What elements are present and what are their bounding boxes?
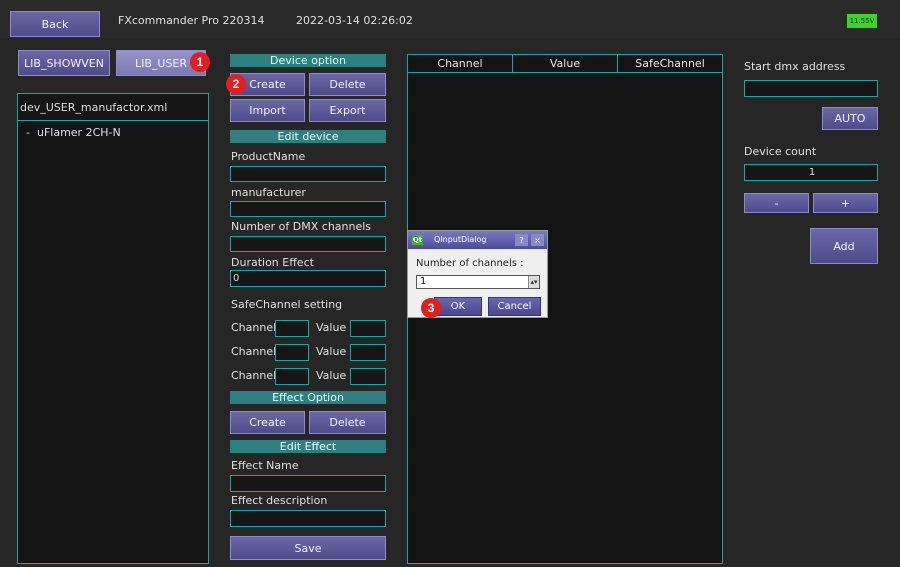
effect-option-header: Effect Option bbox=[230, 391, 386, 404]
step-badge-1: 1 bbox=[190, 52, 210, 72]
save-button[interactable]: Save bbox=[230, 536, 386, 560]
col-channel[interactable]: Channel bbox=[408, 55, 513, 73]
close-icon[interactable]: × bbox=[531, 234, 544, 246]
dialog-prompt: Number of channels : bbox=[416, 258, 524, 269]
safe-value-3-label: Value bbox=[316, 369, 347, 382]
effect-delete-button[interactable]: Delete bbox=[309, 411, 386, 434]
dialog-titlebar[interactable]: Qt QInputDialog ? × bbox=[408, 231, 547, 249]
datetime: 2022-03-14 02:26:02 bbox=[296, 14, 413, 27]
device-option-header: Device option bbox=[230, 54, 386, 67]
channels-spinbox[interactable]: 1 ▴▾ bbox=[416, 275, 540, 289]
device-count-label: Device count bbox=[744, 145, 817, 158]
safe-channel-label: SafeChannel setting bbox=[231, 298, 343, 311]
qt-logo-icon: Qt bbox=[412, 235, 423, 245]
dialog-cancel-button[interactable]: Cancel bbox=[488, 297, 541, 316]
auto-button[interactable]: AUTO bbox=[822, 107, 878, 130]
duration-input[interactable]: 0 bbox=[230, 270, 386, 287]
device-delete-button[interactable]: Delete bbox=[309, 73, 386, 96]
effect-name-input[interactable] bbox=[230, 475, 386, 492]
increment-button[interactable]: + bbox=[813, 193, 878, 213]
safe-value-2-label: Value bbox=[316, 345, 347, 358]
back-button[interactable]: Back bbox=[10, 11, 100, 37]
add-button[interactable]: Add bbox=[810, 228, 878, 264]
edit-device-header: Edit device bbox=[230, 130, 386, 143]
device-export-button[interactable]: Export bbox=[309, 99, 386, 122]
safe-value-1-label: Value bbox=[316, 321, 347, 334]
effect-create-button[interactable]: Create bbox=[230, 411, 305, 434]
start-address-input[interactable] bbox=[744, 80, 878, 97]
effect-name-label: Effect Name bbox=[231, 459, 299, 472]
duration-label: Duration Effect bbox=[231, 256, 314, 269]
dialog-title: QInputDialog bbox=[434, 235, 487, 244]
manufacturer-input[interactable] bbox=[230, 201, 386, 217]
step-badge-2: 2 bbox=[226, 74, 246, 94]
safe-channel-2-label: Channel bbox=[231, 345, 277, 358]
product-name-label: ProductName bbox=[231, 150, 306, 163]
manufacturer-label: manufacturer bbox=[231, 186, 306, 199]
channels-value: 1 bbox=[420, 276, 427, 287]
spin-arrows-icon[interactable]: ▴▾ bbox=[528, 276, 539, 288]
device-count-input[interactable]: 1 bbox=[744, 164, 878, 181]
device-import-button[interactable]: Import bbox=[230, 99, 305, 122]
col-safechannel[interactable]: SafeChannel bbox=[618, 55, 722, 73]
battery-indicator: 11.55V bbox=[847, 14, 877, 28]
safe-value-2-input[interactable] bbox=[350, 344, 386, 361]
start-address-label: Start dmx address bbox=[744, 60, 846, 73]
dmx-channels-input[interactable] bbox=[230, 236, 386, 252]
effect-desc-input[interactable] bbox=[230, 510, 386, 527]
safe-channel-2-input[interactable] bbox=[275, 344, 309, 361]
step-badge-3: 3 bbox=[421, 298, 441, 318]
safe-value-1-input[interactable] bbox=[350, 320, 386, 337]
dmx-channels-label: Number of DMX channels bbox=[231, 220, 372, 233]
app-title: FXcommander Pro 220314 bbox=[118, 14, 265, 27]
file-tree-panel bbox=[17, 93, 209, 564]
effect-desc-label: Effect description bbox=[231, 494, 328, 507]
tree-expand-icon: - bbox=[26, 126, 37, 139]
file-name-field[interactable]: dev_USER_manufactor.xml bbox=[17, 93, 209, 121]
safe-channel-1-label: Channel bbox=[231, 321, 277, 334]
dialog-ok-button[interactable]: OK bbox=[434, 297, 482, 316]
tree-item[interactable]: - uFlamer 2CH-N bbox=[26, 126, 121, 139]
decrement-button[interactable]: - bbox=[744, 193, 809, 213]
help-icon[interactable]: ? bbox=[515, 234, 528, 246]
tab-lib-showven[interactable]: LIB_SHOWVEN bbox=[18, 50, 110, 76]
safe-channel-1-input[interactable] bbox=[275, 320, 309, 337]
col-value[interactable]: Value bbox=[513, 55, 618, 73]
product-name-input[interactable] bbox=[230, 166, 386, 182]
edit-effect-header: Edit Effect bbox=[230, 440, 386, 453]
safe-channel-3-input[interactable] bbox=[275, 368, 309, 385]
safe-channel-3-label: Channel bbox=[231, 369, 277, 382]
safe-value-3-input[interactable] bbox=[350, 368, 386, 385]
